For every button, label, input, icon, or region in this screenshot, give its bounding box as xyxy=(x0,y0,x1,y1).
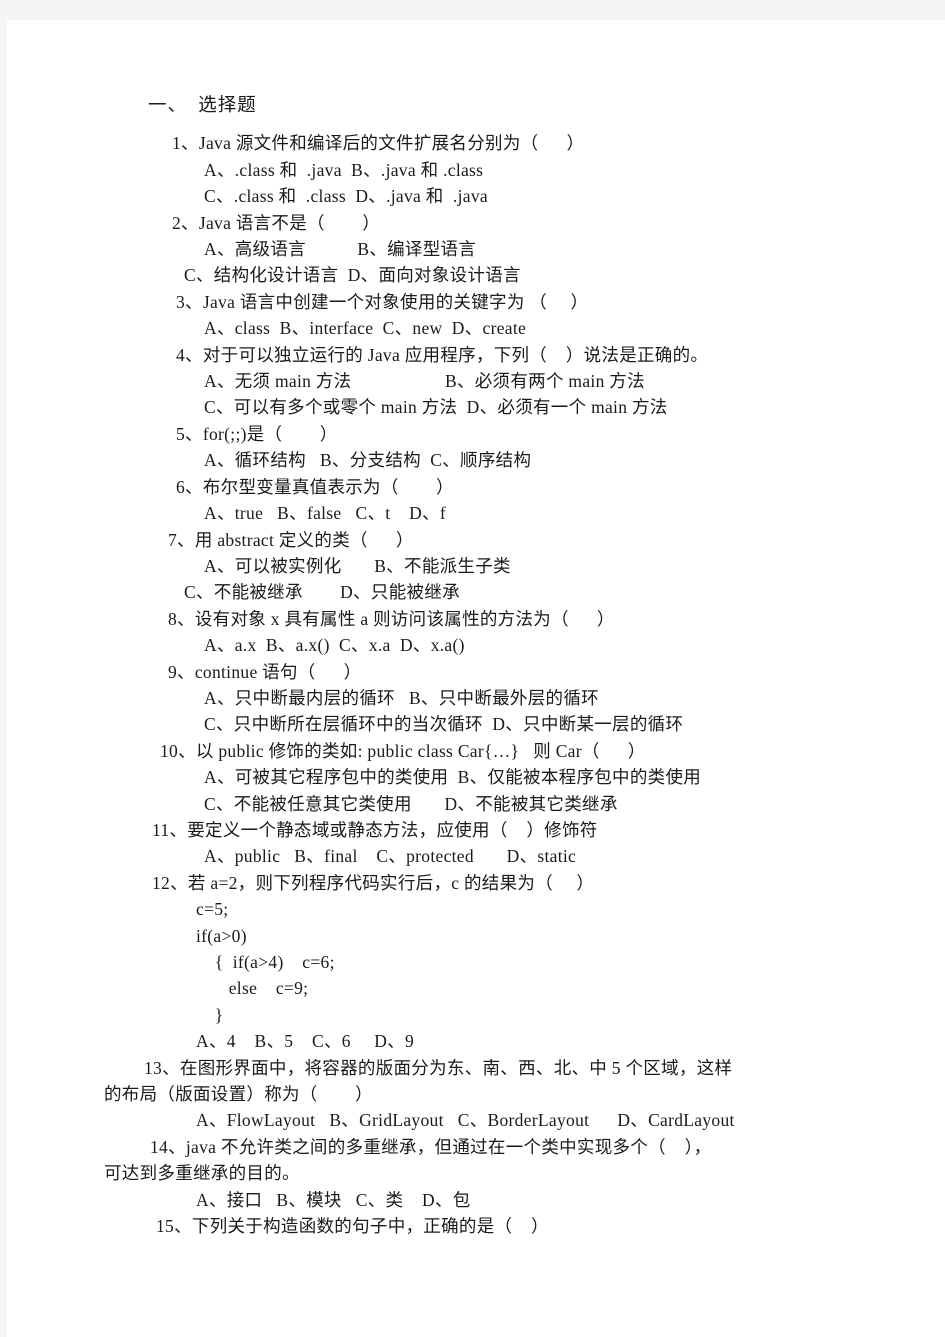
question-12-code-line-3: { if(a>4) c=6; xyxy=(196,952,335,972)
question-14-opt: A、接口 B、模块 C、类 D、包 xyxy=(196,1189,471,1210)
question-9-opt-cd: C、只中断所在层循环中的当次循环 D、只中断某一层的循环 xyxy=(204,714,684,735)
question-5-opt: A、循环结构 B、分支结构 C、顺序结构 xyxy=(204,450,532,471)
top-spacer-6 xyxy=(0,68,945,79)
question-7-opt-cd: C、不能被继承 D、只能被继承 xyxy=(184,582,460,603)
question-5-stem: 5、for(;;)是（ ） xyxy=(176,423,338,444)
question-4-opt-cd: C、可以有多个或零个 main 方法 D、必须有一个 main 方法 xyxy=(204,397,668,418)
question-8-stem: 8、设有对象 x 具有属性 a 则访问该属性的方法为（ ） xyxy=(168,608,615,629)
document-content: 一、 选择题 1、Java 源文件和编译后的文件扩展名分别为（ ） A、.cla… xyxy=(0,0,945,1239)
heading-gap xyxy=(0,119,945,130)
question-2-stem: 2、Java 语言不是（ ） xyxy=(172,212,381,233)
top-spacer-7 xyxy=(0,79,945,90)
document-page: 一、 选择题 1、Java 源文件和编译后的文件扩展名分别为（ ） A、.cla… xyxy=(0,0,945,1337)
question-14-stem-line-2: 可达到多重继承的目的。 xyxy=(104,1163,300,1184)
top-spacer-2 xyxy=(0,24,945,35)
question-12-code-line-4: else c=9; xyxy=(196,978,309,999)
question-1-opt-ab: A、.class 和 .java B、.java 和 .class xyxy=(204,159,484,180)
question-15-stem: 15、下列关于构造函数的句子中，正确的是（ ） xyxy=(156,1216,549,1237)
question-12-code-line-2: if(a>0) xyxy=(196,925,247,946)
question-9-stem: 9、continue 语句（ ） xyxy=(168,661,362,682)
question-8-opt: A、a.x B、a.x() C、x.a D、x.a() xyxy=(204,635,465,656)
top-spacer-3 xyxy=(0,35,945,46)
question-11-stem: 11、要定义一个静态域或静态方法，应使用（ ）修饰符 xyxy=(152,819,598,840)
question-12-stem: 12、若 a=2，则下列程序代码实行后，c 的结果为（ ） xyxy=(152,872,595,893)
question-2-opt-ab: A、高级语言 B、编译型语言 xyxy=(204,239,477,260)
question-13-opt: A、FlowLayout B、GridLayout C、BorderLayout… xyxy=(196,1110,735,1131)
question-6-opt: A、true B、false C、t D、f xyxy=(204,503,447,524)
question-13-stem-line-1: 13、在图形界面中，将容器的版面分为东、南、西、北、中 5 个区域，这样 xyxy=(144,1057,733,1078)
question-12-opt: A、4 B、5 C、6 D、9 xyxy=(196,1031,414,1052)
question-14-stem-line-1: 14、java 不允许类之间的多重继承，但通过在一个类中实现多个（ ）， xyxy=(150,1136,712,1157)
question-12-code-line-5: } xyxy=(196,1004,224,1025)
question-3-opt: A、class B、interface C、new D、create xyxy=(204,318,527,339)
question-7-stem: 7、用 abstract 定义的类（ ） xyxy=(168,529,414,550)
question-1-stem: 1、Java 源文件和编译后的文件扩展名分别为（ ） xyxy=(172,133,585,154)
section-heading: 一、 选择题 xyxy=(148,96,257,116)
question-4-stem: 4、对于可以独立运行的 Java 应用程序，下列（ ）说法是正确的。 xyxy=(176,344,709,365)
question-3-stem: 3、Java 语言中创建一个对象使用的关键字为 （ ） xyxy=(176,291,589,312)
question-2-opt-cd: C、结构化设计语言 D、面向对象设计语言 xyxy=(184,265,521,286)
question-7-opt-ab: A、可以被实例化 B、不能派生子类 xyxy=(204,555,511,576)
top-spacer xyxy=(0,0,945,24)
question-1-opt-cd: C、.class 和 .class D、.java 和 .java xyxy=(204,186,488,207)
question-6-stem: 6、布尔型变量真值表示为（ ） xyxy=(176,476,454,497)
question-10-stem: 10、以 public 修饰的类如: public class Car{…} 则… xyxy=(160,740,646,761)
question-4-opt-ab: A、无须 main 方法 B、必须有两个 main 方法 xyxy=(204,371,645,392)
question-13-stem-line-2: 的布局（版面设置）称为（ ） xyxy=(104,1084,373,1105)
question-10-opt-cd: C、不能被任意其它类使用 D、不能被其它类继承 xyxy=(204,793,618,814)
top-spacer-5 xyxy=(0,57,945,68)
question-11-opt: A、public B、final C、protected D、static xyxy=(204,846,577,867)
top-spacer-4 xyxy=(0,46,945,57)
question-12-code-line-1: c=5; xyxy=(196,899,229,920)
question-10-opt-ab: A、可被其它程序包中的类使用 B、仅能被本程序包中的类使用 xyxy=(204,767,702,788)
question-9-opt-ab: A、只中断最内层的循环 B、只中断最外层的循环 xyxy=(204,687,599,708)
